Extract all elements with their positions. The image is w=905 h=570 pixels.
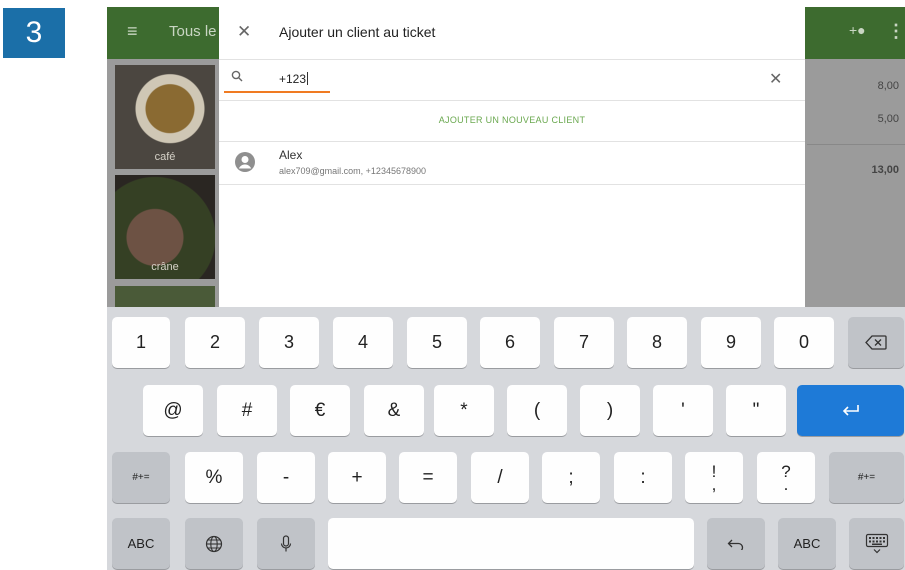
key-colon[interactable]: :: [614, 452, 672, 503]
key-4[interactable]: 4: [333, 317, 393, 368]
backspace-key[interactable]: [848, 317, 904, 368]
key-minus[interactable]: -: [257, 452, 315, 503]
key-quote[interactable]: ": [726, 385, 786, 436]
key-exclamation-secondary: ,: [711, 474, 717, 494]
keyboard-hide-icon: [865, 533, 888, 553]
key-euro[interactable]: €: [290, 385, 350, 436]
client-search-field[interactable]: +123 ✕: [219, 59, 805, 101]
shift-symbols-key-right[interactable]: #+=: [829, 452, 904, 503]
microphone-icon: [280, 534, 292, 551]
key-semicolon[interactable]: ;: [542, 452, 600, 503]
search-focus-underline: [224, 91, 330, 93]
key-hash[interactable]: #: [217, 385, 277, 436]
key-equals[interactable]: =: [399, 452, 457, 503]
key-ampersand[interactable]: &: [364, 385, 424, 436]
key-plus[interactable]: +: [328, 452, 386, 503]
space-key[interactable]: [328, 518, 694, 569]
more-options-icon[interactable]: ⋮: [887, 21, 905, 42]
key-question-secondary: .: [783, 474, 789, 494]
search-input[interactable]: +123: [279, 72, 309, 86]
abc-key-left[interactable]: ABC: [112, 518, 170, 569]
search-input-value: +123: [279, 72, 307, 86]
return-icon: [842, 404, 859, 416]
onscreen-keyboard: 1 2 3 4 5 6 7 8 9 0 @ # € & * ( ) ' " #+…: [107, 307, 905, 570]
key-9[interactable]: 9: [701, 317, 761, 368]
key-2[interactable]: 2: [185, 317, 245, 368]
ticket-total: 13,00: [871, 164, 899, 176]
category-selector[interactable]: Tous le: [169, 23, 217, 40]
key-percent[interactable]: %: [185, 452, 243, 503]
ticket-divider: [807, 144, 905, 145]
clear-search-icon[interactable]: ✕: [769, 69, 782, 89]
step-number-badge: 3: [3, 8, 65, 58]
key-question[interactable]: ?.: [757, 452, 815, 503]
key-apostrophe[interactable]: ': [653, 385, 713, 436]
add-new-client-button[interactable]: AJOUTER UN NOUVEAU CLIENT: [219, 99, 805, 142]
text-caret: [307, 72, 309, 85]
close-icon[interactable]: ✕: [237, 22, 251, 42]
key-close-paren[interactable]: ): [580, 385, 640, 436]
key-slash[interactable]: /: [471, 452, 529, 503]
hide-keyboard-key[interactable]: [849, 518, 904, 569]
abc-key-right[interactable]: ABC: [778, 518, 836, 569]
ticket-item-price: 8,00: [877, 80, 899, 92]
key-exclamation[interactable]: !,: [685, 452, 743, 503]
ticket-item-price: 5,00: [877, 113, 899, 125]
key-8[interactable]: 8: [627, 317, 687, 368]
person-avatar-icon: [235, 152, 255, 172]
product-tile-label: café: [154, 151, 176, 163]
globe-icon: [205, 535, 223, 552]
key-1[interactable]: 1: [112, 317, 170, 368]
product-tile[interactable]: crâne: [115, 175, 215, 279]
key-at[interactable]: @: [143, 385, 203, 436]
menu-icon[interactable]: ≡: [127, 21, 138, 42]
client-list-item[interactable]: Alex alex709@gmail.com, +12345678900: [219, 142, 805, 185]
dictation-key[interactable]: [257, 518, 315, 569]
backspace-icon: [865, 335, 887, 350]
product-tile-label: crâne: [151, 261, 179, 273]
key-7[interactable]: 7: [554, 317, 614, 368]
return-key[interactable]: [797, 385, 904, 436]
dialog-title: Ajouter un client au ticket: [279, 24, 436, 40]
globe-key[interactable]: [185, 518, 243, 569]
product-tile[interactable]: café: [115, 65, 215, 169]
key-asterisk[interactable]: *: [434, 385, 494, 436]
key-3[interactable]: 3: [259, 317, 319, 368]
shift-symbols-key-left[interactable]: #+=: [112, 452, 170, 503]
add-client-dialog: ✕ Ajouter un client au ticket +123 ✕ AJO…: [219, 7, 805, 307]
key-5[interactable]: 5: [407, 317, 467, 368]
dialog-header: ✕ Ajouter un client au ticket: [219, 7, 805, 57]
key-open-paren[interactable]: (: [507, 385, 567, 436]
key-0[interactable]: 0: [774, 317, 834, 368]
add-customer-icon[interactable]: +●: [849, 22, 866, 38]
search-icon: [231, 70, 243, 82]
client-contact: alex709@gmail.com, +12345678900: [279, 166, 426, 176]
key-6[interactable]: 6: [480, 317, 540, 368]
client-name: Alex: [279, 148, 303, 162]
undo-key[interactable]: [707, 518, 765, 569]
undo-icon: [727, 539, 744, 550]
tablet-screen: ≡ Tous le +● ⋮ café crâne 8,00 5,00 13,0…: [107, 7, 905, 570]
